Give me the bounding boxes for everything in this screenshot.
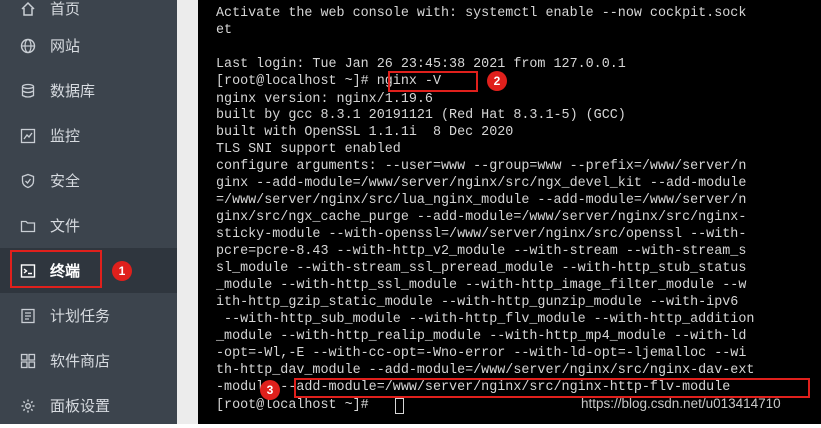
home-icon <box>20 1 36 17</box>
folder-icon <box>20 218 36 234</box>
terminal-line: pcre=pcre-8.43 --with-http_v2_module --w… <box>216 244 747 259</box>
sidebar-item-label: 首页 <box>50 0 81 18</box>
gear-icon <box>20 398 36 414</box>
terminal-line: _module --with-http_ssl_module --with-ht… <box>216 278 747 293</box>
monitor-icon <box>20 128 36 144</box>
sidebar-item-label: 安全 <box>50 172 81 190</box>
sidebar-item-files[interactable]: 文件 <box>0 203 177 248</box>
terminal-prompt: [root@localhost ~]# <box>216 398 377 413</box>
step-badge-1: 1 <box>112 261 132 281</box>
watermark: https://blog.csdn.net/u013414710 <box>581 396 781 411</box>
sidebar-item-app-store[interactable]: 软件商店 <box>0 338 177 383</box>
terminal-line: configure arguments: --user=www --group=… <box>216 159 747 174</box>
sidebar-item-label: 面板设置 <box>50 397 111 415</box>
terminal-line: nginx version: nginx/1.19.6 <box>216 92 433 107</box>
terminal-line: =/www/server/nginx/src/lua_nginx_module … <box>216 193 747 208</box>
terminal-line: built with OpenSSL 1.1.1i 8 Dec 2020 <box>216 125 514 140</box>
globe-icon <box>20 38 36 54</box>
command-highlight-box <box>388 71 478 92</box>
flv-module-highlight-box <box>294 378 810 398</box>
terminal-line: Activate the web console with: systemctl… <box>216 6 747 21</box>
step-badge-2: 2 <box>487 71 507 91</box>
sidebar-item-label: 数据库 <box>50 82 96 100</box>
sidebar-item-settings[interactable]: 面板设置 <box>0 383 177 428</box>
sidebar-item-monitor[interactable]: 监控 <box>0 113 177 158</box>
terminal-line: ginx/src/ngx_cache_purge --add-module=/w… <box>216 210 747 225</box>
divider <box>177 0 198 424</box>
terminal-line: sl_module --with-stream_ssl_preread_modu… <box>216 261 747 276</box>
terminal-line: _module --with-http_realip_module --with… <box>216 329 747 344</box>
terminal-line: th-http_dav_module --add-module=/www/ser… <box>216 363 755 378</box>
terminal-line: -opt=-Wl,-E --with-cc-opt=-Wno-error --w… <box>216 346 747 361</box>
sidebar-item-label: 监控 <box>50 127 81 145</box>
step-badge-3: 3 <box>260 380 280 400</box>
terminal-line: sticky-module --with-openssl=/www/server… <box>216 227 747 242</box>
terminal-line: et <box>216 23 233 38</box>
sidebar-item-website[interactable]: 网站 <box>0 23 177 68</box>
terminal-line: built by gcc 8.3.1 20191121 (Red Hat 8.3… <box>216 108 626 123</box>
sidebar-item-cron[interactable]: 计划任务 <box>0 293 177 338</box>
sidebar-item-label: 网站 <box>50 37 81 55</box>
terminal-cursor <box>395 398 404 414</box>
task-list-icon <box>20 308 36 324</box>
terminal-line: ginx --add-module=/www/server/nginx/src/… <box>216 176 747 191</box>
app-store-icon <box>20 353 36 369</box>
terminal-line: --with-http_sub_module --with-http_flv_m… <box>216 312 755 327</box>
terminal-line: ith-http_gzip_static_module --with-http_… <box>216 295 739 310</box>
terminal-highlight-box <box>10 250 102 288</box>
sidebar-item-label: 文件 <box>50 217 81 235</box>
sidebar-item-label: 计划任务 <box>50 307 111 325</box>
sidebar: 首页 网站 数据库 监控 安全 文件 终端 计划任务 软件商店 面板设置 <box>0 0 177 424</box>
sidebar-item-security[interactable]: 安全 <box>0 158 177 203</box>
sidebar-item-label: 软件商店 <box>50 352 111 370</box>
shield-icon <box>20 173 36 189</box>
terminal-line: TLS SNI support enabled <box>216 142 401 157</box>
database-icon <box>20 83 36 99</box>
sidebar-item-database[interactable]: 数据库 <box>0 68 177 113</box>
